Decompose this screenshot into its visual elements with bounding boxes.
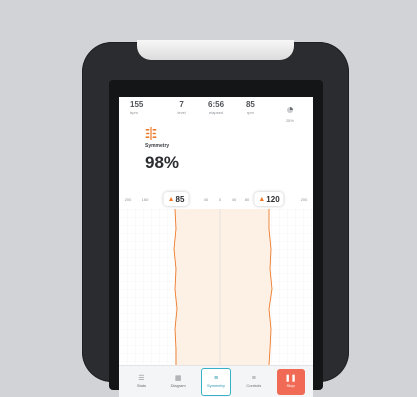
left-force-bubble: ▲ 85 [163,192,189,206]
symmetry-trace-plot [119,209,313,365]
stat-level: 7 level [177,100,186,115]
symmetry-icon: ≡ [213,375,219,382]
screen-bezel: 155 bpm 7 level 6:56 elapsed 85 rpm 25% … [109,80,323,397]
stop-button[interactable]: ❚❚ Stop [276,368,305,395]
bar-chart-icon: ▦ [174,375,182,382]
screen: 155 bpm 7 level 6:56 elapsed 85 rpm 25% … [119,97,313,397]
stat-progress: 25% [268,100,307,123]
nav-controls[interactable]: ≡ Controls [240,369,268,395]
tick-label: 200 [124,197,132,202]
list-icon: ☰ [138,375,145,382]
tick-label: 40 [231,197,237,202]
device-light-bar [137,40,294,60]
symmetry-label: Symmetry [145,143,170,149]
nav-diagram[interactable]: ▦ Diagram [164,369,192,395]
stat-elapsed: 6:56 elapsed [208,100,225,115]
nav-stats[interactable]: ☰ Stats [127,369,155,395]
bottom-nav: ☰ Stats ▦ Diagram ≡ Symmetry ≡ Controls … [119,365,313,397]
flame-icon: ▲ [167,195,175,203]
progress-pie-icon [286,107,293,113]
trace-fill [174,209,272,365]
stat-heart-rate: 155 bpm [130,100,144,115]
flame-icon: ▲ [258,195,266,203]
sliders-icon: ≡ [251,375,256,382]
device-body: 155 bpm 7 level 6:56 elapsed 85 rpm 25% … [82,40,349,397]
tick-label: 80 [244,197,250,202]
tick-label: 200 [300,197,308,202]
tick-label: 160 [141,197,149,202]
symmetry-value: 98% [145,153,180,172]
tick-label: 0 [218,197,222,202]
stat-rpm: 85 rpm [245,100,255,115]
force-axis: 200 160 40 0 40 80 200 ▲ 85 ▲ 120 [119,192,313,208]
pause-icon: ❚❚ [284,375,297,382]
stats-row: 155 bpm 7 level 6:56 elapsed 85 rpm 25% [119,97,313,123]
nav-symmetry[interactable]: ≡ Symmetry [200,367,231,396]
right-force-bubble: ▲ 120 [254,192,284,206]
symmetry-icon [145,127,157,140]
tick-label: 40 [203,197,209,202]
